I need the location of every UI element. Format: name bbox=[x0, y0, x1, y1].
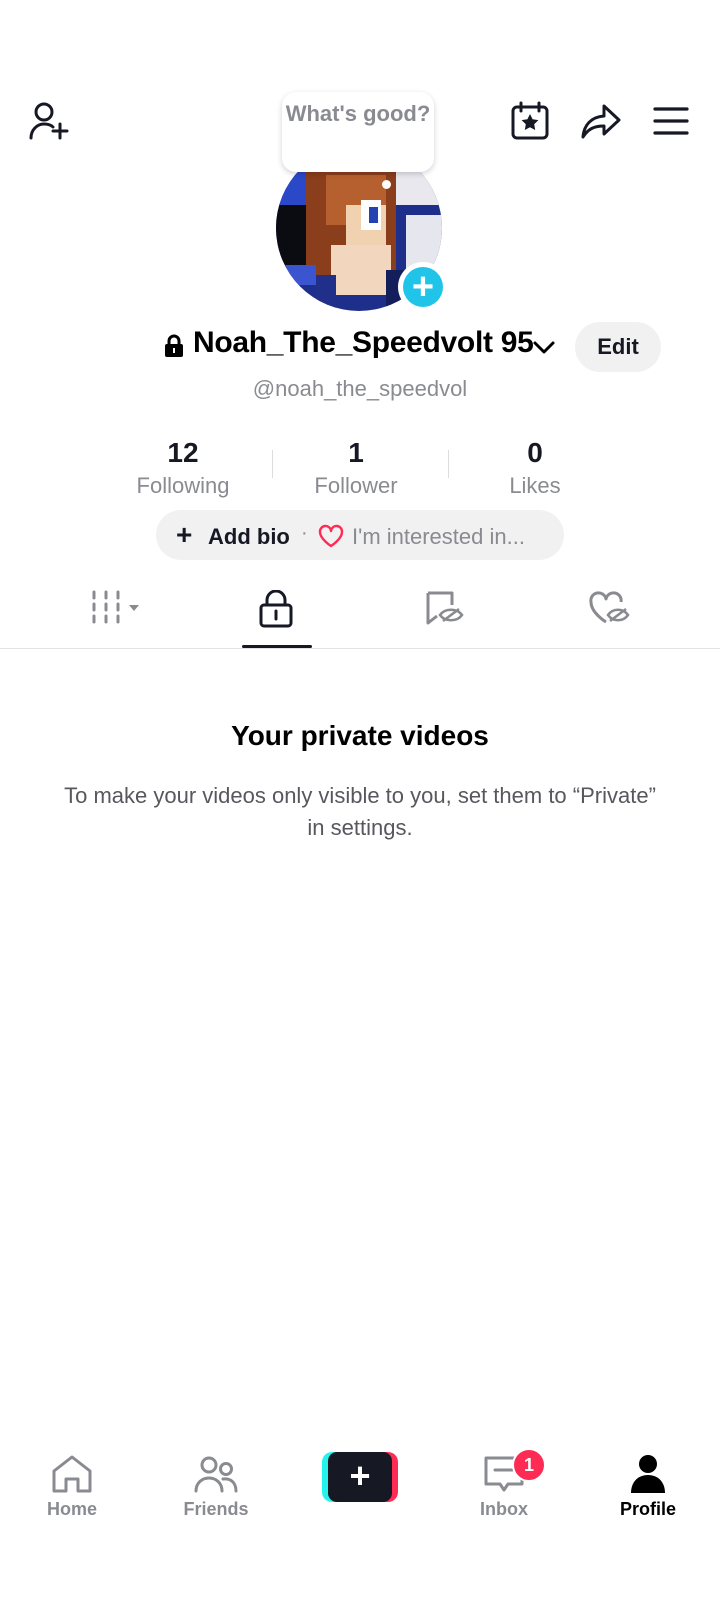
nav-inbox-label: Inbox bbox=[480, 1499, 528, 1519]
tabs-divider bbox=[0, 648, 720, 649]
note-bubble-tail bbox=[382, 180, 391, 189]
tab-videos[interactable] bbox=[90, 590, 146, 640]
tab-reposts[interactable] bbox=[424, 590, 464, 640]
inbox-badge: 1 bbox=[512, 1448, 546, 1482]
profile-icon bbox=[626, 1454, 670, 1494]
create-button[interactable]: + bbox=[322, 1452, 398, 1502]
home-icon bbox=[50, 1454, 94, 1494]
nav-profile-label: Profile bbox=[619, 1499, 676, 1519]
empty-state-title: Your private videos bbox=[231, 720, 489, 751]
user-handle: @noah_the_speedvol bbox=[252, 376, 468, 401]
likes-count: 0 bbox=[527, 437, 543, 468]
menu-icon[interactable] bbox=[652, 104, 690, 138]
heart-icon bbox=[318, 524, 344, 548]
calendar-star-icon[interactable] bbox=[510, 101, 550, 141]
add-friend-icon[interactable] bbox=[28, 100, 70, 142]
chevron-down-icon[interactable] bbox=[532, 340, 556, 356]
add-story-button[interactable]: + bbox=[398, 262, 448, 312]
stat-divider bbox=[448, 450, 449, 478]
add-bio-button[interactable]: Add bio bbox=[208, 524, 290, 550]
username[interactable]: Noah_The_Speedvolt 95 bbox=[193, 326, 534, 360]
add-icon: + bbox=[176, 519, 193, 550]
follower-stat[interactable]: 1 Follower bbox=[286, 436, 426, 502]
note-bubble[interactable]: What's good? bbox=[282, 92, 434, 172]
following-count: 12 bbox=[167, 437, 199, 468]
empty-state-body: To make your videos only visible to you,… bbox=[64, 783, 656, 840]
stat-divider bbox=[272, 450, 273, 478]
bio-separator: · bbox=[301, 522, 308, 544]
follower-count: 1 bbox=[348, 437, 364, 468]
following-stat[interactable]: 12 Following bbox=[113, 436, 253, 502]
follower-label: Follower bbox=[314, 473, 398, 498]
likes-stat[interactable]: 0 Likes bbox=[465, 436, 605, 502]
lock-icon bbox=[164, 334, 184, 358]
share-icon[interactable] bbox=[580, 102, 622, 142]
edit-profile-button[interactable]: Edit bbox=[575, 322, 661, 372]
plus-icon: + bbox=[403, 267, 443, 307]
likes-label: Likes bbox=[509, 473, 561, 498]
nav-friends[interactable]: Friends bbox=[161, 1454, 271, 1520]
nav-home-label: Home bbox=[46, 1499, 97, 1519]
friends-icon bbox=[194, 1454, 238, 1494]
tab-private[interactable] bbox=[258, 590, 294, 640]
following-label: Following bbox=[136, 473, 230, 498]
nav-profile[interactable]: Profile bbox=[593, 1454, 703, 1520]
interests-button[interactable]: I'm interested in... bbox=[352, 524, 525, 550]
nav-friends-label: Friends bbox=[183, 1499, 249, 1519]
nav-home[interactable]: Home bbox=[17, 1454, 127, 1520]
tab-liked[interactable] bbox=[588, 590, 630, 640]
note-text: What's good? bbox=[285, 101, 431, 126]
create-plus-icon: + bbox=[328, 1452, 392, 1502]
